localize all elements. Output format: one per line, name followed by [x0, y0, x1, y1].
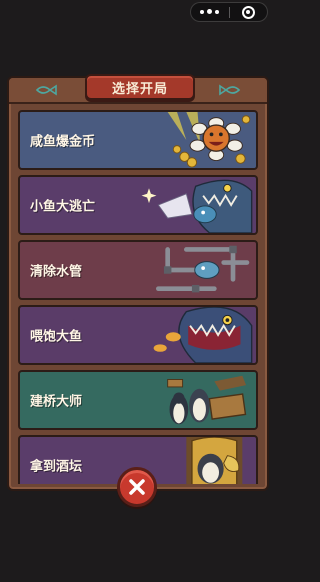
level-label: 咸鱼爆金币 — [30, 134, 96, 150]
panel-title: 选择开局 — [111, 81, 168, 97]
level-card-4[interactable]: 建桥大师 — [18, 370, 258, 430]
level-label: 清除水管 — [30, 264, 83, 280]
pipes-fish-art — [156, 245, 250, 293]
level-card-1[interactable]: 小鱼大逃亡 — [18, 175, 258, 235]
level-label: 建桥大师 — [30, 394, 83, 410]
level-card-5[interactable]: 拿到酒坛 — [18, 435, 258, 484]
fish-decoration-icon — [219, 84, 241, 96]
more-button[interactable] — [191, 3, 229, 21]
level-label: 喂饱大鱼 — [30, 329, 83, 345]
exit-target-icon — [241, 5, 255, 19]
title-badge: 选择开局 — [85, 74, 195, 100]
level-card-3[interactable]: 喂饱大鱼 — [18, 305, 258, 365]
penguin-bridge-art — [167, 375, 247, 425]
sunflower-coins-art — [167, 112, 251, 168]
fish-decoration-icon — [35, 84, 57, 96]
exit-button[interactable] — [230, 3, 268, 21]
level-label: 拿到酒坛 — [30, 459, 83, 475]
level-list[interactable]: 咸鱼爆金币 小鱼大逃亡 清除水管 喂饱大鱼 建桥大师 拿到酒坛 — [18, 110, 258, 484]
shark-fish-escape-art — [141, 179, 253, 233]
mini-program-capsule — [190, 2, 268, 22]
level-card-2[interactable]: 清除水管 — [18, 240, 258, 300]
more-dots-icon — [200, 9, 220, 15]
start-select-panel: 选择开局 咸鱼爆金币 小鱼大逃亡 清除水管 喂饱大鱼 建桥大师 拿到酒坛 — [7, 74, 269, 491]
big-fish-feeding-art — [153, 307, 253, 363]
level-card-0[interactable]: 咸鱼爆金币 — [18, 110, 258, 170]
level-label: 小鱼大逃亡 — [30, 199, 96, 215]
wine-jar-art — [186, 437, 243, 484]
